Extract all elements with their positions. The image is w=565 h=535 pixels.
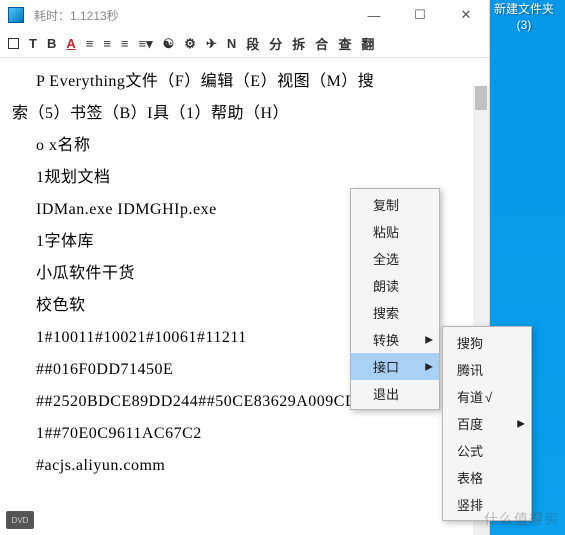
text-line: #acjs.aliyun.comm (12, 450, 477, 482)
menu-paste[interactable]: 粘贴 (351, 218, 439, 245)
context-submenu: 搜狗 腾讯 有道√ 百度▶ 公式 表格 竖排 (442, 326, 532, 521)
menu-youdao[interactable]: 有道√ (443, 383, 531, 410)
chevron-right-icon: ▶ (425, 361, 433, 372)
tb-color[interactable]: A (66, 36, 75, 51)
tb-split[interactable]: 拆 (292, 34, 305, 53)
scrollbar-thumb[interactable] (475, 86, 487, 110)
send-icon[interactable]: ✈ (206, 36, 217, 52)
taskbar-dvd-icon[interactable]: DVD (6, 511, 34, 529)
menu-exit[interactable]: 退出 (351, 380, 439, 407)
chevron-right-icon: ▶ (517, 418, 525, 429)
menu-baidu[interactable]: 百度▶ (443, 410, 531, 437)
menu-tencent[interactable]: 腾讯 (443, 356, 531, 383)
chevron-right-icon: ▶ (425, 334, 433, 345)
tb-bold[interactable]: B (47, 36, 56, 51)
text-line: 索（5）书签（B）I具（1）帮助（H） (12, 98, 477, 130)
context-menu: 复制 粘贴 全选 朗读 搜索 转换▶ 接口▶ 退出 (350, 188, 440, 410)
check-icon: √ (485, 390, 492, 405)
gear-icon[interactable]: ⚙ (184, 36, 196, 52)
menu-copy[interactable]: 复制 (351, 191, 439, 218)
align-center-icon[interactable]: ≡ (103, 36, 111, 51)
palette-icon[interactable]: ☯ (163, 36, 175, 52)
text-line: o x名称 (12, 130, 477, 162)
desktop-folder-label: 新建文件夹 (494, 2, 554, 18)
watermark: 什么值得买 (484, 509, 559, 529)
menu-read-aloud[interactable]: 朗读 (351, 272, 439, 299)
menu-select-all[interactable]: 全选 (351, 245, 439, 272)
align-right-icon[interactable]: ≡ (121, 36, 129, 51)
minimize-button[interactable]: — (351, 0, 397, 30)
app-icon (8, 7, 24, 23)
desktop-folder-label-2: (3) (494, 18, 554, 34)
title-bar: 耗时：1.1213秒 — ☐ ✕ (0, 0, 489, 30)
tb-sep[interactable]: 分 (269, 34, 282, 53)
tb-n[interactable]: N (227, 36, 236, 51)
toolbar: T B A ≡ ≡ ≡ ≡▾ ☯ ⚙ ✈ N 段 分 拆 合 查 翻 (0, 30, 489, 58)
menu-search[interactable]: 搜索 (351, 299, 439, 326)
menu-table[interactable]: 表格 (443, 464, 531, 491)
tb-text[interactable]: T (29, 36, 37, 51)
align-left-icon[interactable]: ≡ (86, 36, 94, 51)
tb-join[interactable]: 合 (315, 34, 328, 53)
window-title: 耗时：1.1213秒 (34, 7, 351, 24)
tb-rect-icon[interactable] (8, 38, 19, 49)
text-line: 1##70E0C9611AC67C2 (12, 418, 477, 450)
maximize-button[interactable]: ☐ (397, 0, 443, 30)
tb-find[interactable]: 查 (338, 34, 351, 53)
dropdown-icon[interactable]: ≡▾ (139, 36, 153, 52)
text-line: P Everything文件（F）编辑（E）视图（M）搜 (12, 66, 477, 98)
tb-tran[interactable]: 翻 (361, 34, 374, 53)
desktop-folder[interactable]: 新建文件夹 (3) (494, 2, 554, 33)
tb-seg[interactable]: 段 (246, 34, 259, 53)
menu-sogou[interactable]: 搜狗 (443, 329, 531, 356)
menu-api[interactable]: 接口▶ (351, 353, 439, 380)
menu-convert[interactable]: 转换▶ (351, 326, 439, 353)
menu-formula[interactable]: 公式 (443, 437, 531, 464)
close-button[interactable]: ✕ (443, 0, 489, 30)
